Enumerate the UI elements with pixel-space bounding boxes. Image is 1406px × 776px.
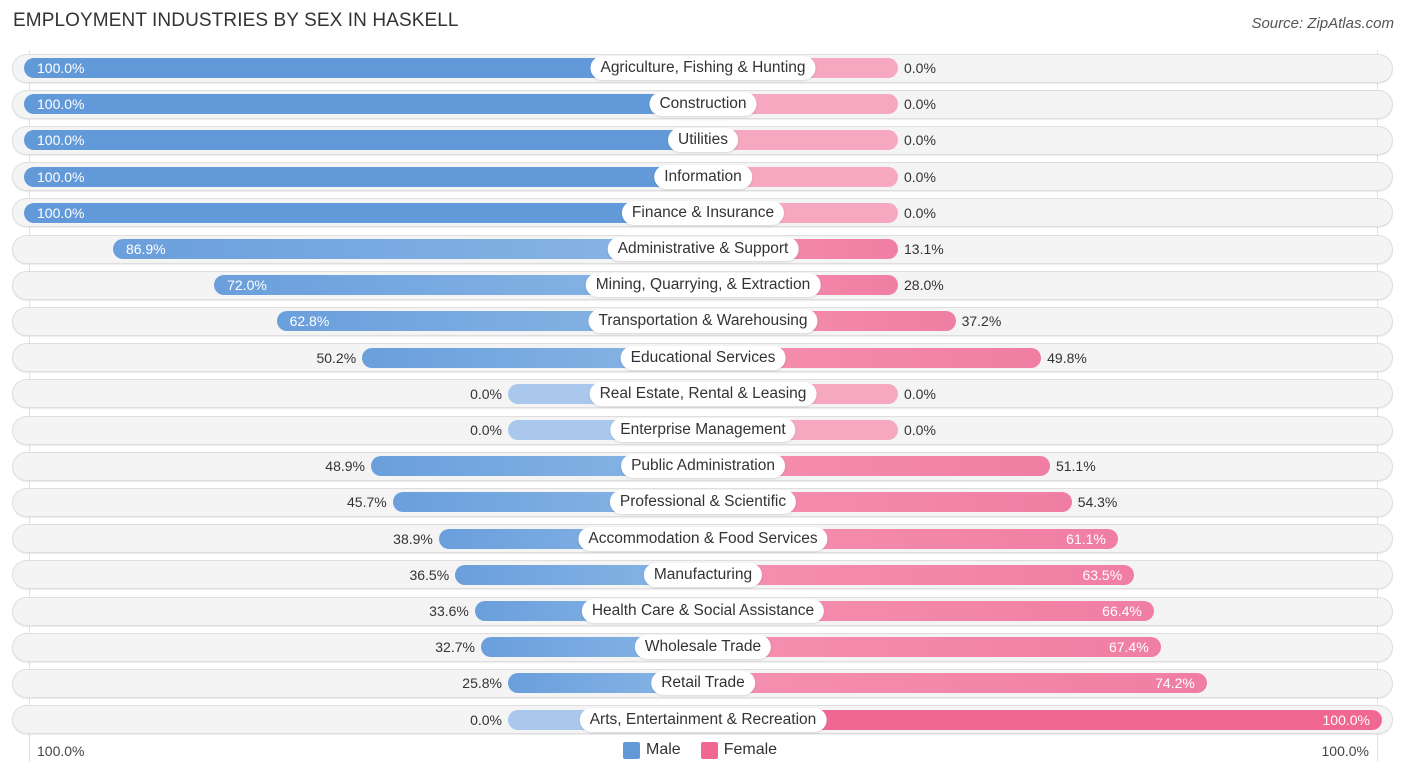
category-label: Wholesale Trade — [634, 635, 772, 660]
value-label-male: 86.9% — [125, 241, 166, 257]
value-label-male: 0.0% — [470, 711, 502, 728]
value-label-male: 100.0% — [37, 168, 85, 185]
diverging-bar-chart: 100.0% 0.0% Agriculture, Fishing & Hunting… — [0, 0, 1406, 776]
legend: Male Female — [623, 741, 777, 759]
axis-label-right: 100.0% — [1321, 743, 1369, 759]
value-label-female: 37.2% — [961, 313, 1002, 330]
bar-female — [703, 673, 1207, 694]
value-label-female: 0.0% — [904, 204, 936, 221]
value-label-male: 32.7% — [435, 639, 475, 656]
bar-female — [703, 637, 1161, 658]
bar-male — [24, 130, 703, 151]
value-label-female: 0.0% — [904, 60, 936, 76]
category-label: Professional & Scientific — [609, 490, 797, 515]
value-label-male: 36.5% — [409, 566, 450, 583]
legend-label-male: Male — [646, 741, 681, 758]
value-label-male: 50.2% — [316, 349, 357, 366]
legend-label-female: Female — [723, 741, 778, 758]
value-label-female: 13.1% — [904, 241, 944, 257]
category-label: Enterprise Management — [610, 418, 796, 442]
bar-male — [24, 202, 703, 223]
value-label-female: 66.4% — [1102, 603, 1142, 619]
category-label: Educational Services — [620, 345, 786, 370]
category-label: Agriculture, Fishing & Hunting — [590, 56, 816, 80]
category-label: Finance & Insurance — [621, 200, 785, 225]
value-label-male: 100.0% — [37, 60, 85, 76]
category-label: Health Care & Social Assistance — [581, 599, 825, 623]
category-label: Manufacturing — [643, 562, 763, 587]
value-label-female: 49.8% — [1047, 349, 1087, 366]
value-label-male: 45.7% — [347, 494, 387, 511]
value-label-female: 0.0% — [904, 168, 936, 185]
value-label-male: 62.8% — [289, 313, 330, 330]
value-label-female: 0.0% — [904, 132, 936, 149]
bar-male — [24, 166, 703, 187]
value-label-male: 100.0% — [37, 96, 85, 113]
bar-male — [24, 94, 703, 115]
value-label-male: 100.0% — [37, 204, 85, 221]
category-label: Public Administration — [621, 454, 785, 479]
value-label-male: 72.0% — [227, 277, 267, 294]
value-label-male: 0.0% — [470, 422, 502, 438]
axis-label-left: 100.0% — [37, 743, 85, 759]
legend-swatch-female — [700, 741, 718, 759]
category-label: Real Estate, Rental & Leasing — [589, 381, 817, 406]
value-label-male: 25.8% — [462, 675, 502, 692]
legend-swatch-male — [623, 741, 640, 759]
category-label: Administrative & Support — [607, 237, 799, 261]
bar-female — [703, 564, 1135, 585]
value-label-female: 67.4% — [1108, 639, 1149, 656]
value-label-female: 54.3% — [1077, 494, 1118, 511]
category-label: Mining, Quarrying, & Extraction — [585, 273, 821, 298]
category-label: Transportation & Warehousing — [588, 309, 818, 334]
category-label: Construction — [649, 92, 757, 117]
value-label-female: 0.0% — [904, 96, 936, 113]
value-label-male: 33.6% — [429, 603, 469, 619]
category-label: Arts, Entertainment & Recreation — [579, 707, 827, 732]
value-label-female: 51.1% — [1055, 458, 1096, 475]
value-label-male: 38.9% — [393, 530, 433, 547]
value-label-female: 28.0% — [904, 277, 944, 294]
value-label-male: 100.0% — [37, 132, 85, 149]
value-label-male: 0.0% — [470, 385, 502, 402]
category-label: Utilities — [668, 128, 738, 153]
value-label-female: 74.2% — [1155, 675, 1195, 692]
value-label-female: 61.1% — [1066, 530, 1106, 547]
value-label-female: 0.0% — [904, 422, 936, 438]
category-label: Information — [654, 164, 752, 189]
value-label-female: 100.0% — [1322, 711, 1370, 728]
value-label-male: 48.9% — [325, 458, 365, 475]
category-label: Retail Trade — [651, 671, 755, 696]
value-label-female: 0.0% — [904, 385, 936, 402]
value-label-female: 63.5% — [1082, 566, 1123, 583]
category-label: Accommodation & Food Services — [578, 526, 828, 551]
